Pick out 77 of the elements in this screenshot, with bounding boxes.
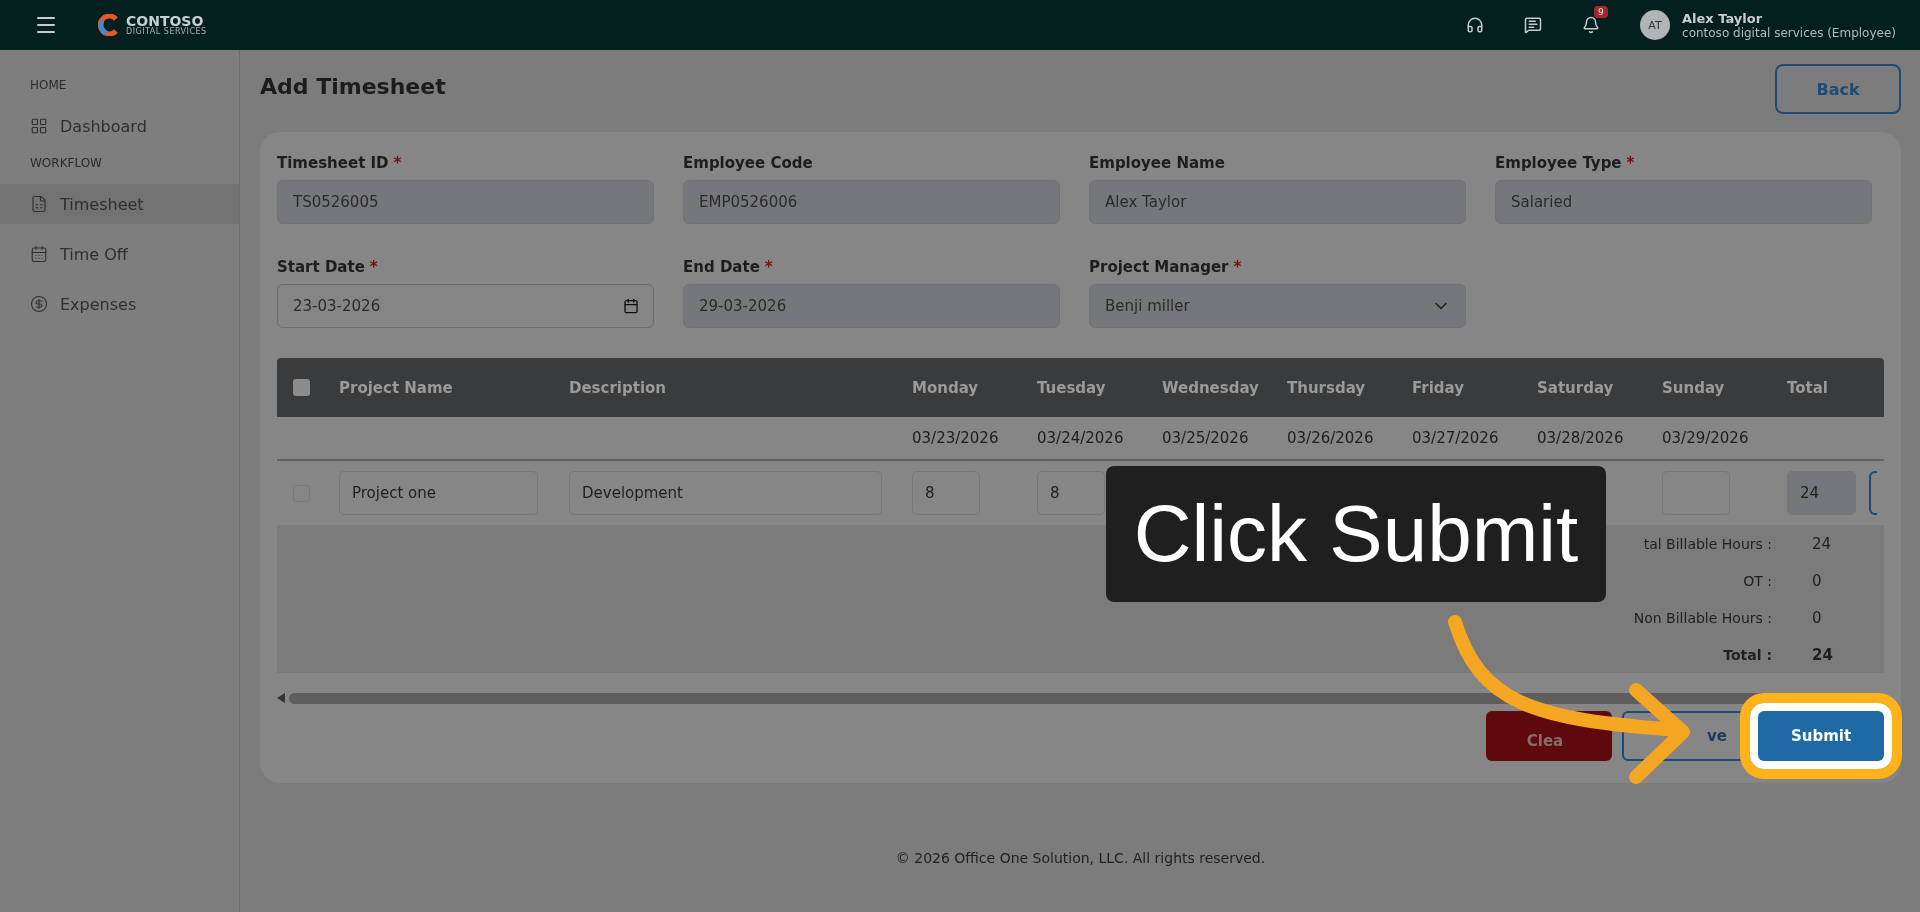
scroll-left-icon[interactable] (277, 693, 285, 703)
required-mark: * (369, 258, 378, 276)
date-cell-text: 03/27/2026 (1412, 429, 1500, 447)
input-field[interactable]: Alex Taylor (1089, 180, 1466, 224)
select-field[interactable]: Benji miller (1089, 284, 1466, 328)
column-header: Friday (1412, 378, 1465, 397)
input-field[interactable]: Salaried (1495, 180, 1872, 224)
column-header: Project Name (339, 378, 454, 397)
action-button[interactable] (1869, 471, 1877, 515)
required-mark: * (1626, 154, 1635, 172)
date-cell-text: 03/23/2026 (912, 429, 1000, 447)
date-cell-text: 03/26/2026 (1287, 429, 1375, 447)
summary-value: 24 (1812, 645, 1834, 664)
field-label: End Date (683, 258, 760, 276)
column-header: Wednesday (1162, 378, 1260, 397)
sidebar-item[interactable]: Time Off (0, 234, 239, 274)
required-mark: * (1233, 258, 1242, 276)
user-name: Alex Taylor (1682, 10, 1764, 26)
logo-icon (98, 14, 120, 36)
checkbox[interactable] (293, 379, 310, 396)
notification-icon[interactable] (1582, 16, 1601, 34)
date-field[interactable]: 23-03-2026 (277, 284, 654, 328)
brand-tagline: DIGITAL SERVICES (126, 28, 207, 36)
sidebar-item[interactable]: Dashboard (0, 106, 239, 146)
column-header: Total (1787, 378, 1829, 397)
summary-label: Non Billable Hours : (1633, 609, 1772, 626)
user-organization: contoso digital services (Employee) (1682, 25, 1896, 40)
field-label: Employee Type (1495, 154, 1622, 172)
grid-icon (30, 117, 48, 135)
total-field: 24 (1787, 471, 1856, 515)
copyright-text: © 2026 Office One Solution, LLC. All rights reserved. (895, 850, 1266, 866)
column-header: Description (569, 378, 668, 397)
summary-value: 0 (1812, 571, 1823, 590)
column-header: Thursday (1287, 378, 1367, 397)
brand-name: CONTOSO (126, 14, 204, 28)
column-header: Saturday (1537, 378, 1615, 397)
sidebar-heading: WORKFLOW (29, 156, 103, 170)
field-label: Employee Code (683, 154, 813, 172)
sidebar-item[interactable]: Expenses (0, 284, 239, 324)
input-field[interactable]: 29-03-2026 (683, 284, 1060, 328)
field-label: Employee Name (1089, 154, 1225, 172)
hours-field[interactable]: 8 (1037, 471, 1105, 515)
calendar-icon (30, 245, 48, 263)
summary-label: OT : (1743, 572, 1772, 589)
message-icon[interactable] (1524, 16, 1543, 34)
required-mark: * (393, 154, 402, 172)
summary-value: 0 (1812, 608, 1823, 627)
column-header: Monday (912, 378, 980, 397)
column-header: Sunday (1662, 378, 1726, 397)
field-label: Project Manager (1089, 258, 1229, 276)
headset-icon[interactable] (1466, 16, 1485, 34)
dollar-icon (30, 295, 48, 313)
input-field[interactable]: EMP0526006 (683, 180, 1060, 224)
input-field[interactable]: TS0526005 (277, 180, 654, 224)
sidebar-heading: HOME (29, 78, 68, 92)
back-button[interactable]: Back (1775, 64, 1901, 114)
date-cell-text: 03/24/2026 (1037, 429, 1125, 447)
sidebar-item[interactable]: Timesheet (0, 184, 239, 224)
date-cell-text: 03/25/2026 (1162, 429, 1250, 447)
column-header: Tuesday (1037, 378, 1107, 397)
summary-label: tal Billable Hours : (1643, 535, 1772, 552)
calendar-icon (623, 298, 639, 314)
input-field[interactable]: Development (569, 471, 882, 515)
field-label: Timesheet ID (277, 154, 389, 172)
input-field[interactable]: Project one (339, 471, 538, 515)
required-mark: * (764, 258, 773, 276)
date-cell-text: 03/28/2026 (1537, 429, 1625, 447)
notification-badge: 9 (1594, 6, 1608, 18)
page-title: Add Timesheet (260, 74, 446, 99)
user-avatar[interactable]: AT (1640, 10, 1671, 40)
summary-label: Total : (1723, 646, 1772, 663)
instruction-tooltip: Click Submit (1106, 466, 1606, 602)
hours-field[interactable]: 8 (912, 471, 980, 515)
date-cell-text: 03/29/2026 (1662, 429, 1750, 447)
document-icon (30, 195, 48, 213)
summary-value: 24 (1812, 534, 1833, 553)
field-label: Start Date (277, 258, 365, 276)
